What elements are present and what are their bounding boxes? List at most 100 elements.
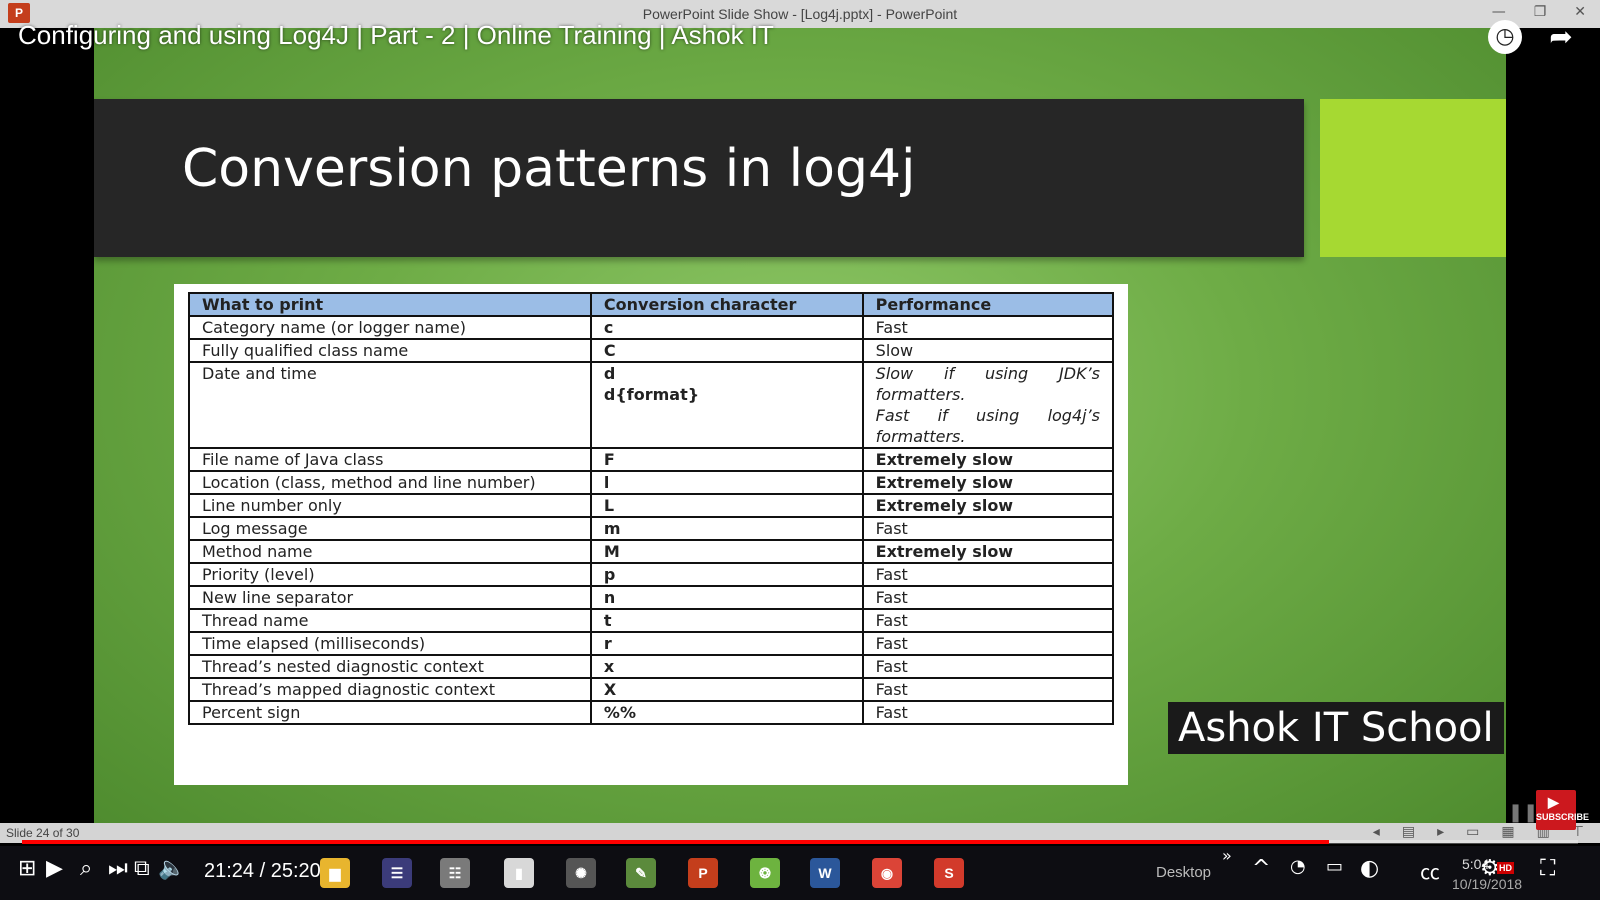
next-icon[interactable]: ⏭ <box>108 856 128 881</box>
table-row: Thread’s mapped diagnostic context X Fast <box>188 677 1115 702</box>
conversion-char: r <box>603 634 612 653</box>
taskbar-app-word-icon[interactable]: W <box>810 858 840 888</box>
performance-text: Fast <box>875 680 908 699</box>
captions-icon[interactable]: ㏄ <box>1420 856 1440 885</box>
header-conversion-character: Conversion character <box>589 292 864 317</box>
cell-what-to-print: Date and time <box>188 361 592 449</box>
taskbar-app-chrome-icon[interactable]: ◉ <box>872 858 902 888</box>
play-icon[interactable]: ▶ <box>46 856 63 881</box>
slide-canvas: Conversion patterns in log4j What to pri… <box>94 28 1506 823</box>
watch-later-icon[interactable]: ◷ <box>1488 20 1522 54</box>
conversion-char: F <box>603 450 615 469</box>
cell-performance: Slow if using JDK’s formatters. Fast if u… <box>861 361 1115 449</box>
performance-text: Fast <box>875 703 908 722</box>
conversion-char-alt: d{format} <box>603 385 700 404</box>
close-icon[interactable]: ✕ <box>1574 4 1586 20</box>
cell-performance: Fast <box>861 608 1115 633</box>
restore-icon[interactable]: ❐ <box>1534 4 1547 20</box>
table-row: Thread’s nested diagnostic context x Fast <box>188 654 1115 679</box>
conversion-char: c <box>603 318 614 337</box>
next-slide-icon[interactable]: ▸ <box>1437 824 1444 840</box>
normal-view-icon[interactable]: ▭ <box>1466 824 1479 840</box>
minimize-icon[interactable]: — <box>1492 4 1506 20</box>
cell-performance: Fast <box>861 315 1115 340</box>
cell-what-to-print: Log message <box>188 516 592 541</box>
table-row: Thread name t Fast <box>188 608 1115 633</box>
autoplay-toggle-icon[interactable]: ◐ <box>1360 856 1379 881</box>
cell-performance: Fast <box>861 654 1115 679</box>
share-icon[interactable]: ➦ <box>1544 20 1578 54</box>
performance-text: Extremely slow <box>875 450 1014 469</box>
taskbar-app-editor-icon[interactable]: ✎ <box>626 858 656 888</box>
cell-performance: Fast <box>861 631 1115 656</box>
conversion-char: d <box>603 364 616 383</box>
cell-conversion-character: r <box>589 631 864 656</box>
performance-text-alt: Fast if using log4j’s formatters. <box>875 406 1100 446</box>
performance-text: Fast <box>875 611 908 630</box>
search-icon[interactable]: ⌕ <box>80 856 92 881</box>
conversion-char: x <box>603 657 615 676</box>
table-header-row: What to print Conversion character Perfo… <box>188 292 1115 317</box>
cell-performance: Extremely slow <box>861 447 1115 472</box>
subscribe-button[interactable]: SUBSCRIBE <box>1536 790 1589 830</box>
taskbar-app-notepad-icon[interactable]: ▮ <box>504 858 534 888</box>
conversion-char: n <box>603 588 616 607</box>
wifi-icon[interactable]: ◔ <box>1290 856 1306 877</box>
performance-text: Fast <box>875 318 908 337</box>
cell-what-to-print: Fully qualified class name <box>188 338 592 363</box>
cell-what-to-print: Thread’s mapped diagnostic context <box>188 677 592 702</box>
taskbar-app-powerpoint-icon[interactable]: P <box>688 858 718 888</box>
cell-conversion-character: %% <box>589 700 864 725</box>
cell-what-to-print: Location (class, method and line number) <box>188 470 592 495</box>
volume-icon[interactable]: 🔈 <box>158 856 185 881</box>
toolbar-expand-icon[interactable]: » <box>1222 846 1232 865</box>
cell-what-to-print: Category name (or logger name) <box>188 315 592 340</box>
miniplayer-icon[interactable]: ⧉ <box>134 856 150 881</box>
taskbar-app-database-icon[interactable]: ☷ <box>440 858 470 888</box>
video-title[interactable]: Configuring and using Log4J | Part - 2 |… <box>18 20 774 51</box>
cell-conversion-character: X <box>589 677 864 702</box>
taskbar-app-settings-gear-icon[interactable]: ✺ <box>566 858 596 888</box>
previous-slide-icon[interactable]: ◂ <box>1373 824 1380 840</box>
performance-text: Fast <box>875 565 908 584</box>
performance-text: Fast <box>875 519 908 538</box>
conversion-char: p <box>603 565 616 584</box>
cell-conversion-character: d d{format} <box>589 361 864 449</box>
video-progress-bar[interactable] <box>22 840 1578 844</box>
conversion-char: L <box>603 496 615 515</box>
desktop-toolbar-label[interactable]: Desktop <box>1156 864 1211 881</box>
conversion-char: %% <box>603 703 636 722</box>
performance-text: Slow if using JDK’s formatters. <box>875 364 1100 404</box>
cell-conversion-character: l <box>589 470 864 495</box>
cell-conversion-character: p <box>589 562 864 587</box>
battery-icon[interactable]: ▭ <box>1326 856 1343 877</box>
pause-overlay-icon[interactable]: ❚❚ <box>1508 802 1538 823</box>
taskbar-app-file-explorer-icon[interactable]: ▆ <box>320 858 350 888</box>
table-row: Location (class, method and line number)… <box>188 470 1115 495</box>
table-row: Priority (level) p Fast <box>188 562 1115 587</box>
cell-conversion-character: F <box>589 447 864 472</box>
taskbar-app-spring-tool-icon[interactable]: ❂ <box>750 858 780 888</box>
tray-chevron-icon[interactable]: ^ <box>1252 856 1270 881</box>
cell-conversion-character: L <box>589 493 864 518</box>
cell-performance: Fast <box>861 516 1115 541</box>
window-controls: — ❐ ✕ <box>1492 4 1586 20</box>
header-what-to-print: What to print <box>188 292 592 317</box>
windows-start-icon[interactable]: ⊞ <box>18 856 36 881</box>
cell-what-to-print: Thread name <box>188 608 592 633</box>
reading-view-icon[interactable]: ▤ <box>1402 824 1415 840</box>
taskbar-app-snagit-icon[interactable]: S <box>934 858 964 888</box>
cell-what-to-print: Percent sign <box>188 700 592 725</box>
taskbar-app-eclipse-icon[interactable]: ☰ <box>382 858 412 888</box>
performance-text: Extremely slow <box>875 473 1014 492</box>
slide-title-band: Conversion patterns in log4j <box>94 99 1304 257</box>
cell-performance: Extremely slow <box>861 493 1115 518</box>
slide-sorter-icon[interactable]: ▦ <box>1501 824 1514 840</box>
cell-conversion-character: x <box>589 654 864 679</box>
cell-conversion-character: t <box>589 608 864 633</box>
accent-block <box>1320 99 1506 257</box>
cell-what-to-print: File name of Java class <box>188 447 592 472</box>
conversion-patterns-table: What to print Conversion character Perfo… <box>188 292 1115 725</box>
fullscreen-icon[interactable]: ⛶ <box>1540 856 1555 881</box>
performance-text: Slow <box>875 341 914 360</box>
